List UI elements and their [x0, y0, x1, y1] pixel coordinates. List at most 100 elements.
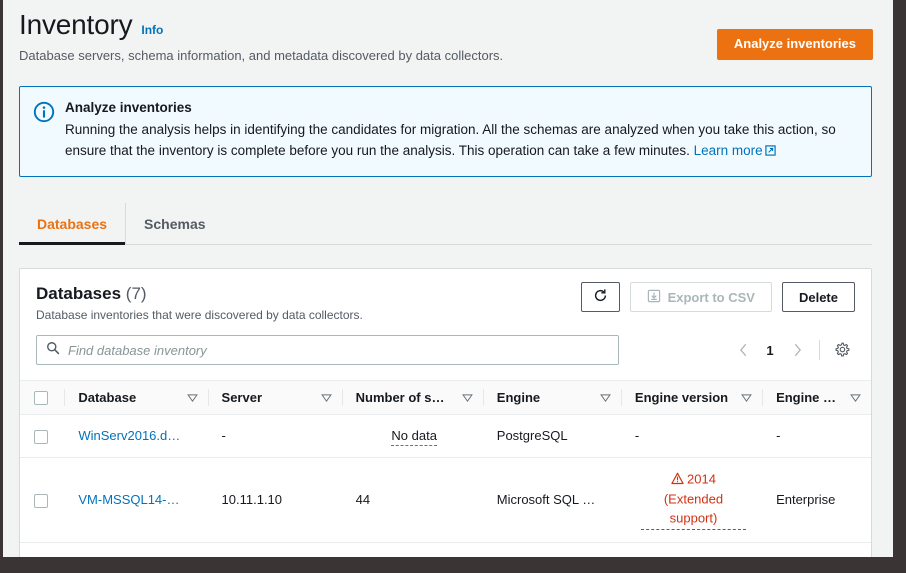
engine-version-value: -: [635, 428, 639, 443]
cell-engine: PostgreSQL: [483, 415, 621, 458]
engine-edition-value: -: [776, 427, 861, 445]
engine-version-status: 2014 (Extended support): [641, 470, 746, 530]
filter-row: 1: [20, 335, 871, 380]
column-label: Engine …: [776, 390, 836, 405]
database-link[interactable]: VM-MSSQL14-…: [78, 491, 179, 509]
tab-schemas[interactable]: Schemas: [126, 203, 223, 244]
cell-engine-edition: Express: [762, 543, 871, 557]
server-value: 10.11.1.10: [222, 491, 332, 509]
column-header-engine-version[interactable]: Engine version: [621, 381, 762, 415]
select-all-checkbox[interactable]: [34, 391, 48, 405]
cell-schemas: No data: [342, 543, 483, 557]
table-header-row: Database Server Number of s… Engine: [20, 381, 871, 415]
pagination: 1: [730, 335, 855, 365]
sort-icon: [600, 390, 611, 405]
tab-databases[interactable]: Databases: [19, 203, 126, 244]
gear-icon[interactable]: [829, 337, 855, 363]
panel-actions: Export to CSV Delete: [581, 282, 855, 312]
cell-engine-version: 2014 (Extended support): [621, 458, 762, 543]
engine-version-status: 2019 (Mainstream support): [641, 555, 746, 557]
column-label: Engine version: [635, 390, 728, 405]
cell-engine-version: 2019 (Mainstream support): [621, 543, 762, 557]
alert-title: Analyze inventories: [65, 99, 857, 116]
analyze-inventories-button[interactable]: Analyze inventories: [717, 29, 873, 60]
column-header-engine-edition[interactable]: Engine …: [762, 381, 871, 415]
table-row[interactable]: MSSQL01.dbm… - No data Microsoft SQL … 2…: [20, 543, 871, 557]
panel-count: (7): [126, 284, 147, 303]
page-number-1[interactable]: 1: [758, 343, 782, 358]
inventory-table: Database Server Number of s… Engine: [20, 380, 871, 557]
export-to-csv-label: Export to CSV: [668, 290, 755, 305]
prev-page-button[interactable]: [730, 337, 756, 363]
search-box[interactable]: [36, 335, 619, 365]
row-select-cell: [20, 415, 64, 458]
cell-database: WinServ2016.d…: [64, 415, 207, 458]
page-header: Inventory Info Database servers, schema …: [3, 0, 893, 65]
cell-database: VM-MSSQL14-…: [64, 458, 207, 543]
cell-engine-edition: -: [762, 415, 871, 458]
server-value: -: [222, 427, 332, 445]
info-link[interactable]: Info: [141, 23, 163, 37]
cell-database: MSSQL01.dbm…: [64, 543, 207, 557]
info-circle-icon: [33, 99, 55, 162]
row-checkbox[interactable]: [34, 430, 48, 444]
column-label: Number of s…: [356, 390, 445, 405]
panel-header: Databases (7) Database inventories that …: [20, 269, 871, 335]
alert-body: Analyze inventories Running the analysis…: [65, 99, 857, 162]
cell-engine: Microsoft SQL …: [483, 458, 621, 543]
export-to-csv-button[interactable]: Export to CSV: [630, 282, 772, 312]
sort-icon: [321, 390, 332, 405]
cell-engine-edition: Enterprise: [762, 458, 871, 543]
table-row[interactable]: WinServ2016.d… - No data PostgreSQL - -: [20, 415, 871, 458]
schemas-value: 44: [356, 492, 370, 507]
download-icon: [647, 289, 661, 306]
search-input[interactable]: [68, 343, 609, 358]
row-select-cell: [20, 543, 64, 557]
engine-edition-value: Enterprise: [776, 491, 861, 509]
table-body: WinServ2016.d… - No data PostgreSQL - - …: [20, 415, 871, 558]
learn-more-link[interactable]: Learn more: [694, 143, 763, 158]
divider: [819, 340, 820, 360]
console-page: Inventory Info Database servers, schema …: [3, 0, 893, 557]
cell-engine-version: -: [621, 415, 762, 458]
sort-icon: [462, 390, 473, 405]
cell-engine: Microsoft SQL …: [483, 543, 621, 557]
engine-value: Microsoft SQL …: [497, 491, 611, 509]
column-header-number-of-schemas[interactable]: Number of s…: [342, 381, 483, 415]
schemas-value: No data: [391, 428, 437, 446]
tab-bar: Databases Schemas: [19, 203, 872, 245]
cell-schemas: No data: [342, 415, 483, 458]
database-link[interactable]: WinServ2016.d…: [78, 427, 180, 445]
cell-schemas: 44: [342, 458, 483, 543]
row-select-cell: [20, 458, 64, 543]
refresh-button[interactable]: [581, 282, 620, 312]
column-header-engine[interactable]: Engine: [483, 381, 621, 415]
delete-button[interactable]: Delete: [782, 282, 855, 312]
panel-title-text: Databases: [36, 284, 121, 303]
external-link-icon: [765, 144, 776, 159]
warning-triangle-icon: [671, 473, 684, 488]
table-header: Database Server Number of s… Engine: [20, 381, 871, 415]
column-label: Database: [78, 390, 136, 405]
next-page-button[interactable]: [784, 337, 810, 363]
column-header-server[interactable]: Server: [208, 381, 342, 415]
screenshot-frame: Inventory Info Database servers, schema …: [0, 0, 906, 573]
info-alert: Analyze inventories Running the analysis…: [19, 86, 872, 177]
cell-server: 10.11.1.10: [208, 458, 342, 543]
column-header-database[interactable]: Database: [64, 381, 207, 415]
alert-text: Running the analysis helps in identifyin…: [65, 119, 857, 162]
databases-panel: Databases (7) Database inventories that …: [19, 268, 872, 557]
cell-server: -: [208, 543, 342, 557]
select-all-header: [20, 381, 64, 415]
sort-icon: [741, 390, 752, 405]
row-checkbox[interactable]: [34, 494, 48, 508]
table-row[interactable]: VM-MSSQL14-… 10.11.1.10 44 Microsoft SQL…: [20, 458, 871, 543]
search-icon: [46, 341, 60, 360]
column-label: Engine: [497, 390, 540, 405]
sort-icon: [850, 390, 861, 405]
engine-value: PostgreSQL: [497, 427, 611, 445]
page-title: Inventory: [19, 8, 132, 42]
cell-server: -: [208, 415, 342, 458]
column-label: Server: [222, 390, 262, 405]
refresh-icon: [593, 288, 608, 306]
